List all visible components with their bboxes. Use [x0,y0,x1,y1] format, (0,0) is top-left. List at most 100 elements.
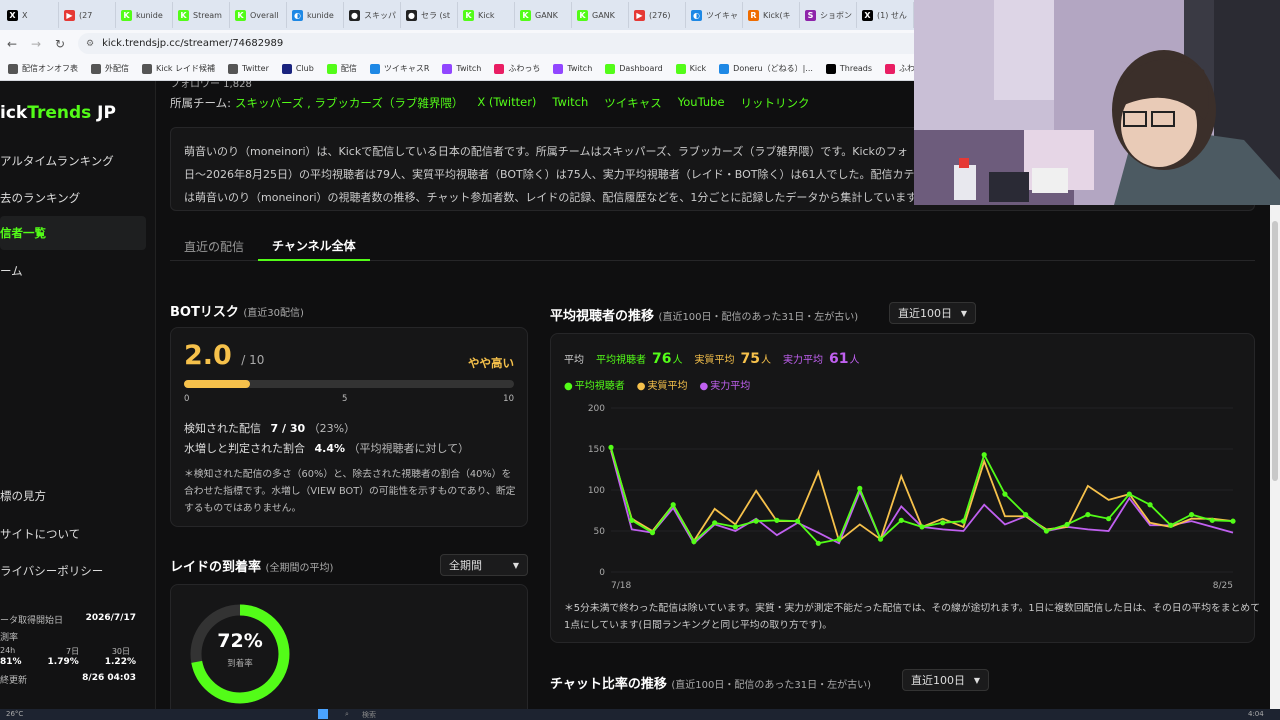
chat-chart-title-text: チャット比率の推移 [550,677,667,692]
browser-tab[interactable]: X (1) せん [857,2,914,28]
bot-risk-note: ＊検知された配信の多さ（60%）と、除去された視聴者の割合（40%）を 合わせた… [184,469,516,514]
viewer-period-select[interactable]: 直近100日 ▼ [889,302,976,324]
scrollbar-thumb[interactable] [1272,221,1278,481]
raid-period-select[interactable]: 全期間 ▼ [440,554,528,576]
sidebar-item-team[interactable]: ーム [0,263,23,279]
data-point [1147,502,1153,508]
bot-risk-score-value: 2.0 [184,340,232,371]
browser-tab-title: スキッパ [364,10,396,20]
browser-tab[interactable]: K Overall [230,2,287,28]
forward-icon[interactable]: → [24,37,48,51]
sidebar-item-privacy[interactable]: ライバシーポリシー [0,563,103,579]
ratio-note: （平均視聴者に対して） [348,442,470,455]
weather-temp: 26°C [6,710,24,718]
data-point [1168,522,1174,528]
data-point [1188,512,1195,518]
browser-tab[interactable]: ◐ ツイキャ [686,2,743,28]
avg-label: 平均 [564,355,584,366]
legend-item[interactable]: 実力平均 [699,377,750,392]
bookmark-label: 外配信 [105,64,129,73]
sidebar-item-how-to-read[interactable]: 標の見方 [0,488,46,504]
bookmark-item[interactable]: ツイキャスR [369,63,429,74]
data-point [629,517,635,523]
browser-tab[interactable]: K Kick [458,2,515,28]
site-stats: ータ取得開始日 2026/7/17 測率 24h 7日 30日 81% 1.79… [0,609,150,686]
bookmark-item[interactable]: Kick レイド候補 [142,63,215,74]
bookmark-item[interactable]: ふわっち [494,63,540,74]
y-tick-label: 150 [588,445,605,455]
back-icon[interactable]: ← [0,37,24,51]
litlink-link[interactable]: リットリンク [741,95,810,111]
bookmark-icon [553,63,564,74]
bookmark-item[interactable]: Kick [675,63,706,74]
bookmark-item[interactable]: Doneru（どねる）|... [719,63,813,74]
stat-value: 75 [740,351,760,367]
bookmark-item[interactable]: Club [281,63,314,74]
browser-tab[interactable]: ● セラ (st [401,2,458,28]
raid-percent-label: 到着率 [227,659,253,669]
site-info-icon[interactable]: ⚙ [86,39,94,49]
browser-tab[interactable]: Kkunide [116,2,173,28]
browser-tab[interactable]: K GANK [515,2,572,28]
os-taskbar: 26°C ⌕ 検索 4:04 [0,709,1280,720]
team-links[interactable]: スキッパーズ , ラブッカーズ（ラブ雑界隈） [235,95,463,111]
bookmark-item[interactable]: Threads [825,63,872,74]
twitcasting-link[interactable]: ツイキャス [604,95,662,111]
browser-tab[interactable]: K Stream [173,2,230,28]
y-tick-label: 0 [599,568,605,578]
data-point [753,518,759,524]
browser-tab[interactable]: R Kick(キ [743,2,800,28]
browser-tab[interactable]: S ショボン [800,2,857,28]
tab-favicon-icon: K [577,9,588,21]
chat-period-select[interactable]: 直近100日 ▼ [902,669,989,691]
stat-value: 61 [828,351,849,367]
url-field[interactable]: ⚙ kick.trendsjp.cc/streamer/74682989 [78,33,928,54]
bookmark-item[interactable]: Twitter [228,63,269,74]
tab-favicon-icon: ▶ [634,9,645,21]
sidebar-item-streamer-list[interactable]: 信者一覧 [0,216,146,250]
bookmark-icon [142,63,152,74]
sidebar-item-realtime-ranking[interactable]: アルタイムランキング [0,153,114,169]
browser-tab[interactable]: ▶ (276) [629,2,686,28]
bookmark-item[interactable]: Twitch [553,63,592,74]
tab-whole-channel[interactable]: チャンネル全体 [258,231,370,261]
x-twitter-link[interactable]: X (Twitter) [477,95,536,111]
sidebar-item-about[interactable]: サイトについて [0,526,80,542]
tab-favicon-icon: ◐ [292,9,303,21]
youtube-link[interactable]: YouTube [678,95,725,111]
windows-start-icon[interactable] [318,709,328,719]
viewer-chart-title: 平均視聴者の推移 (直近100日・配信のあった31日・左が古い) [550,305,858,324]
scale-tick: 10 [503,394,514,404]
social-links: X (Twitter) Twitch ツイキャス YouTube リットリンク [477,95,809,111]
browser-tab[interactable]: ◐ kunide [287,2,344,28]
taskbar-search[interactable]: 検索 [362,710,376,720]
x-tick-label: 7/18 [611,581,631,591]
site-logo[interactable]: ickTrends JP [0,103,116,123]
data-point [774,517,780,523]
bookmark-item[interactable]: Dashboard [605,63,663,74]
reload-icon[interactable]: ↻ [48,37,72,51]
bookmark-item[interactable]: 外配信 [91,63,129,74]
bookmark-icon [91,63,101,74]
raid-title: レイドの到着率 (全期間の平均) [170,556,333,575]
data-point [1085,512,1091,518]
browser-tab[interactable]: ▶ (27 [59,2,116,28]
bookmark-icon [228,63,239,74]
twitch-link[interactable]: Twitch [552,95,588,111]
stat-value: 76 [652,351,672,367]
sidebar-item-past-ranking[interactable]: 去のランキング [0,190,80,206]
tab-recent-streams[interactable]: 直近の配信 [170,231,258,261]
bookmark-item[interactable]: Twitch [442,63,481,74]
browser-tab[interactable]: XX [2,2,59,28]
bookmark-item[interactable]: 配信オンオフ表 [8,63,78,74]
logo-text-accent: Trends [27,103,92,123]
bot-risk-bar-fill [184,380,250,388]
taskbar-search-icon[interactable]: ⌕ [345,710,349,719]
browser-tab[interactable]: ● スキッパ [344,2,401,28]
stat-col-label: 7日 [65,647,80,656]
legend-item[interactable]: 平均視聴者 [564,377,625,392]
bookmark-item[interactable]: 配信 [326,63,357,74]
browser-tab[interactable]: K GANK [572,2,629,28]
legend-item[interactable]: 実質平均 [637,377,687,392]
bookmark-label: Doneru（どねる）|... [733,64,813,73]
